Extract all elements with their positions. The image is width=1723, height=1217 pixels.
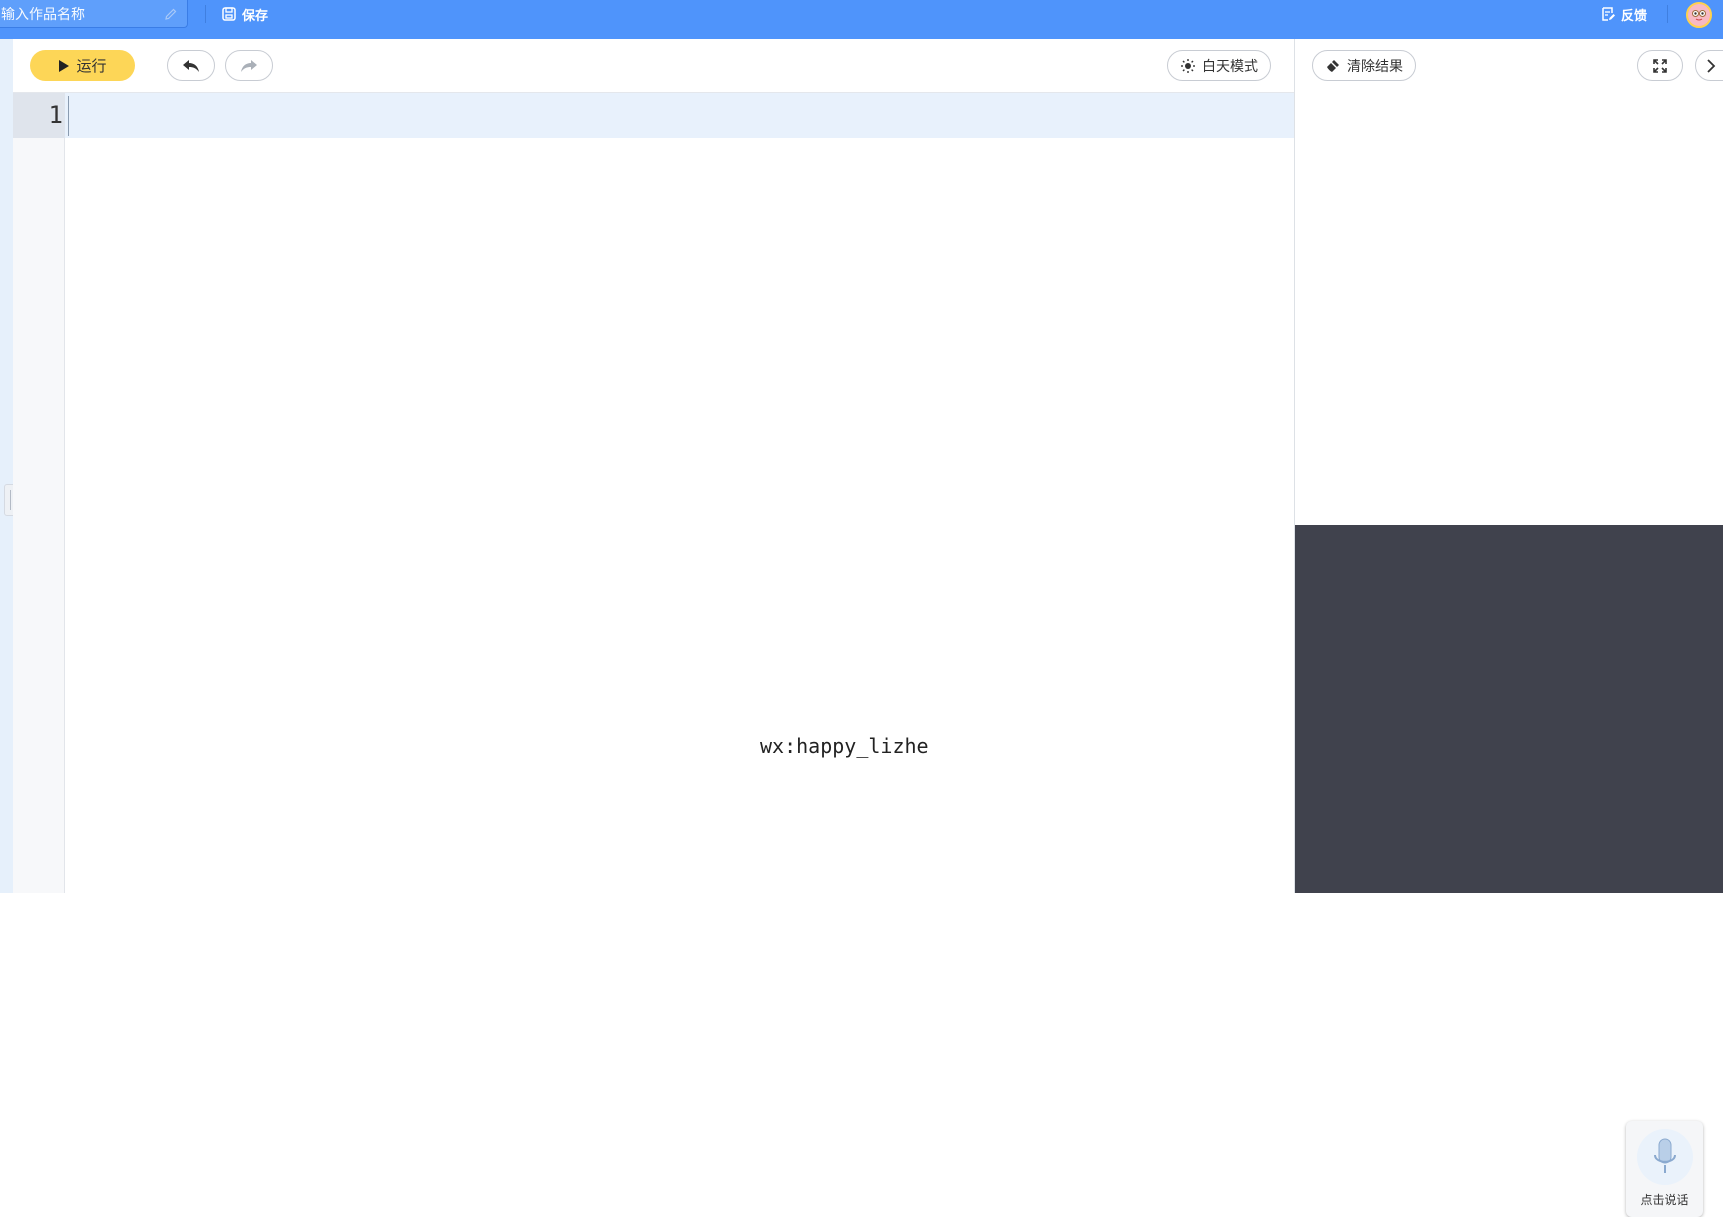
editor-toolbar: 运行 白天模式 <box>13 39 1294 93</box>
microphone-icon <box>1653 1138 1676 1173</box>
collapse-panel-button[interactable] <box>1695 50 1723 81</box>
broom-icon <box>1327 59 1339 72</box>
mic-circle <box>1636 1129 1693 1185</box>
theme-label: 白天模式 <box>1202 58 1258 75</box>
undo-button[interactable] <box>167 50 215 81</box>
sun-icon <box>1181 58 1195 73</box>
divider <box>1667 5 1668 23</box>
fullscreen-button[interactable] <box>1637 50 1683 81</box>
play-icon <box>59 59 70 72</box>
save-icon <box>222 7 236 21</box>
text-cursor <box>68 96 69 136</box>
voice-input-button[interactable]: 点击说话 <box>1626 1121 1703 1217</box>
watermark-text: wx:happy_lizhe <box>760 734 929 758</box>
project-name-placeholder: 输入作品名称 <box>1 6 85 23</box>
feedback-label: 反馈 <box>1621 8 1648 24</box>
redo-button[interactable] <box>225 50 273 81</box>
feedback-button[interactable]: 反馈 <box>1600 4 1647 24</box>
left-sidebar-strip <box>0 39 13 893</box>
line-gutter <box>13 93 65 893</box>
user-avatar[interactable] <box>1686 2 1712 28</box>
avatar-image <box>1688 4 1710 26</box>
save-label: 保存 <box>242 8 269 24</box>
run-button[interactable]: 运行 <box>30 50 135 81</box>
run-label: 运行 <box>76 57 107 75</box>
line-number: 1 <box>48 101 63 129</box>
project-name-input[interactable]: 输入作品名称 <box>0 0 188 28</box>
clear-results-button[interactable]: 清除结果 <box>1312 50 1416 81</box>
chevron-right-icon <box>1707 58 1716 73</box>
undo-icon <box>183 59 199 72</box>
theme-toggle-button[interactable]: 白天模式 <box>1167 50 1271 81</box>
clear-results-label: 清除结果 <box>1347 58 1403 75</box>
stage-area[interactable]: 点击说话 <box>1295 525 1723 1217</box>
pencil-icon[interactable] <box>163 6 179 22</box>
top-bar: 输入作品名称 保存 反馈 <box>0 0 1723 39</box>
feedback-icon <box>1602 7 1615 21</box>
active-line[interactable] <box>13 93 1294 138</box>
redo-icon <box>241 59 257 72</box>
output-toolbar: 清除结果 <box>1295 39 1723 93</box>
mic-label: 点击说话 <box>1640 1193 1689 1207</box>
output-panel: 清除结果 点击说话 <box>1294 39 1723 1217</box>
expand-icon <box>1653 58 1667 73</box>
divider <box>205 5 206 23</box>
save-button[interactable]: 保存 <box>221 4 268 24</box>
